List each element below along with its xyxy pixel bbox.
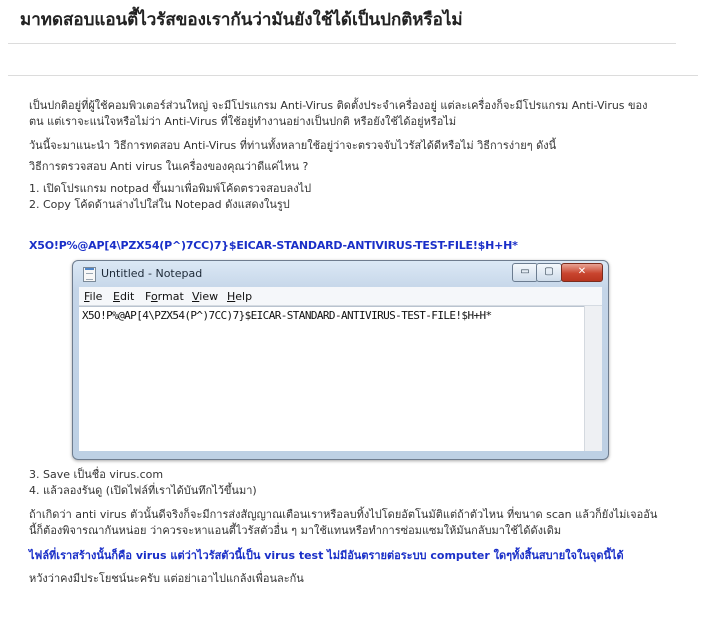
steps-list-2: 3. Save เป็นชื่อ virus.com 4. แล้วลองรัน… — [29, 467, 659, 499]
method-paragraph: วันนี้จะมาแนะนำ วิธีการทดสอบ Anti-Virus … — [29, 139, 557, 152]
notepad-bottom-frame — [79, 451, 601, 455]
step-3: 3. Save เป็นชื่อ virus.com — [29, 468, 164, 481]
menu-format[interactable]: Format — [145, 290, 184, 303]
notepad-text-area[interactable]: X5O!P%@AP[4\PZX54(P^)7CC)7}$EICAR-STANDA… — [79, 306, 584, 452]
content-divider — [8, 75, 698, 76]
question-paragraph: วิธีการตรวจสอบ Anti virus ในเครื่องของคุ… — [29, 160, 309, 173]
notepad-content: X5O!P%@AP[4\PZX54(P^)7CC)7}$EICAR-STANDA… — [82, 309, 492, 322]
step-4: 4. แล้วลองรันดู (เปิดไฟล์ที่เราได้บันทึก… — [29, 484, 257, 497]
notepad-window-title: Untitled - Notepad — [101, 267, 203, 280]
menu-help[interactable]: Help — [227, 290, 252, 303]
intro-paragraph: เป็นปกติอยู่ที่ผู้ใช้คอมพิวเตอร์ส่วนใหญ่… — [29, 99, 648, 128]
step-2: 2. Copy โค้ดด้านล่างไปใส่ใน Notepad ดังแ… — [29, 198, 290, 211]
menu-view[interactable]: View — [192, 290, 218, 303]
title-divider — [8, 43, 676, 44]
page-title: มาทดสอบแอนตี้ไวรัสของเรากันว่ามันยังใช้ไ… — [20, 10, 463, 30]
menu-file[interactable]: File — [84, 290, 102, 303]
notepad-icon — [83, 267, 96, 282]
maximize-button[interactable]: ▢ — [536, 263, 562, 282]
step-1: 1. เปิดโปรแกรม notpad ขึ้นมาเพื่อพิมพ์โค… — [29, 182, 312, 195]
result-paragraph: ถ้าเกิดว่า anti virus ตัวนั้นดีจริงก็จะม… — [29, 508, 658, 537]
eicar-code-text: X5O!P%@AP[4\PZX54(P^)7CC)7}$EICAR-STANDA… — [29, 239, 518, 252]
close-button[interactable]: ✕ — [561, 263, 603, 282]
closing-paragraph: หวังว่าคงมีประโยชน์นะครับ แต่อย่าเอาไปแก… — [29, 572, 304, 585]
vertical-scrollbar[interactable] — [584, 306, 602, 451]
minimize-button[interactable]: ▭ — [512, 263, 538, 282]
notepad-window: Untitled - Notepad ▭ ▢ ✕ File Edit Forma… — [72, 260, 609, 460]
safety-note: ไฟล์ที่เราสร้างนั้นก็คือ virus แต่ว่าไวร… — [29, 549, 624, 562]
menu-edit[interactable]: Edit — [113, 290, 134, 303]
notepad-menubar: File Edit Format View Help — [79, 287, 602, 306]
steps-list-1: 1. เปิดโปรแกรม notpad ขึ้นมาเพื่อพิมพ์โค… — [29, 181, 659, 213]
